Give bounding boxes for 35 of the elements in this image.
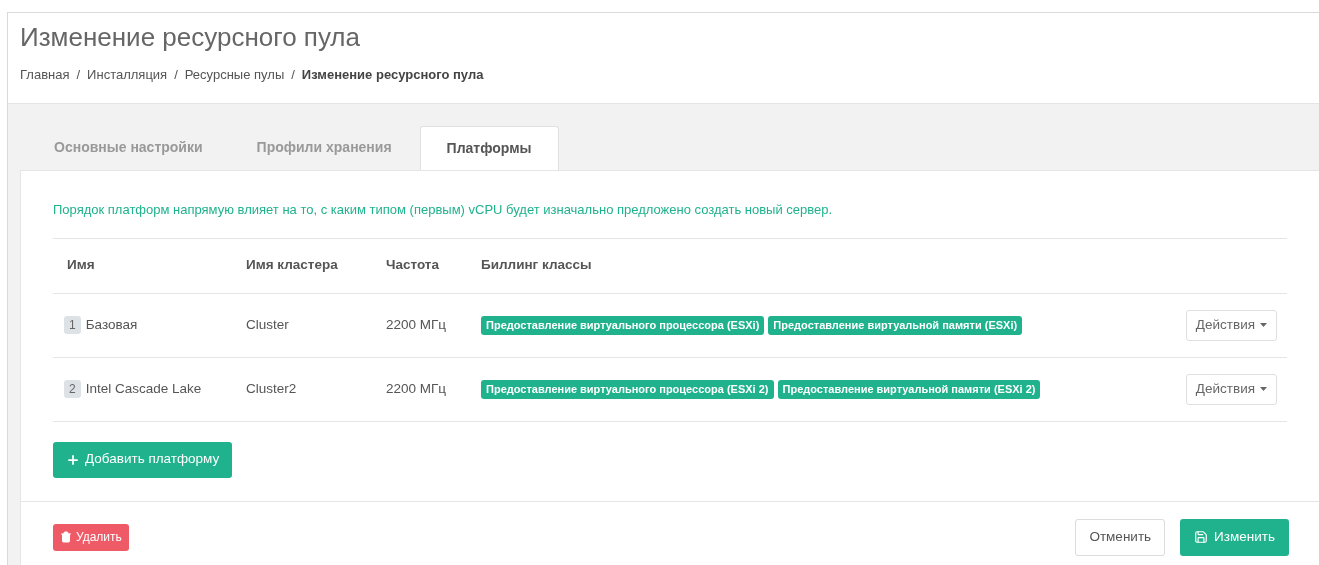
page-title: Изменение ресурсного пула <box>20 21 361 54</box>
table-cell: 2200 МГц <box>386 316 447 332</box>
caret-icon <box>1260 323 1267 327</box>
breadcrumb-separator: / <box>76 66 81 84</box>
billing-class-tag: Предоставление виртуальной памяти (ESXi 2) <box>777 379 1041 399</box>
breadcrumb-separator: / <box>291 66 295 84</box>
order-badge: 1 <box>64 316 81 334</box>
column-header: Биллинг классы <box>481 257 592 273</box>
delete-button[interactable]: Удалить <box>53 523 129 551</box>
billing-class-tag: Предоставление виртуального процессора (ESXi 2) <box>481 379 774 399</box>
billing-class-tag: Предоставление виртуального процессора (ESXi) <box>481 315 765 335</box>
order-badge: 2 <box>64 380 81 398</box>
table-cell: 2200 МГц <box>386 380 447 396</box>
breadcrumb[interactable]: Ресурсные пулы <box>184 65 285 85</box>
breadcrumb-separator: / <box>174 66 178 84</box>
plus-icon <box>66 452 80 467</box>
notice-text: Порядок платформ напрямую влияет на то, с каким типом (первым) vCPU будет изначально предложено создать новый сервер. <box>53 200 834 219</box>
billing-class-tag: Предоставление виртуальной памяти (ESXi) <box>768 315 1023 335</box>
actions-dropdown[interactable]: Действия <box>1185 309 1277 341</box>
cancel-button[interactable]: Отменить <box>1075 518 1166 556</box>
table-cell: Cluster2 <box>246 380 297 396</box>
save-icon <box>1194 530 1209 544</box>
tab[interactable]: Платформы <box>419 125 559 170</box>
breadcrumb[interactable]: Главная <box>20 65 70 85</box>
breadcrumb[interactable]: Инсталляция <box>87 65 168 85</box>
table-cell: Cluster <box>246 316 289 332</box>
actions-dropdown[interactable]: Действия <box>1185 373 1277 405</box>
caret-icon <box>1260 387 1267 391</box>
column-header: Имя кластера <box>246 257 338 273</box>
column-header: Имя <box>67 257 95 273</box>
table-cell-text: Базовая <box>85 315 138 334</box>
trash-icon <box>60 531 72 543</box>
table-cell-text: Intel Cascade Lake <box>85 379 202 398</box>
column-header: Частота <box>386 257 439 273</box>
breadcrumb: Изменение ресурсного пула <box>301 66 484 84</box>
